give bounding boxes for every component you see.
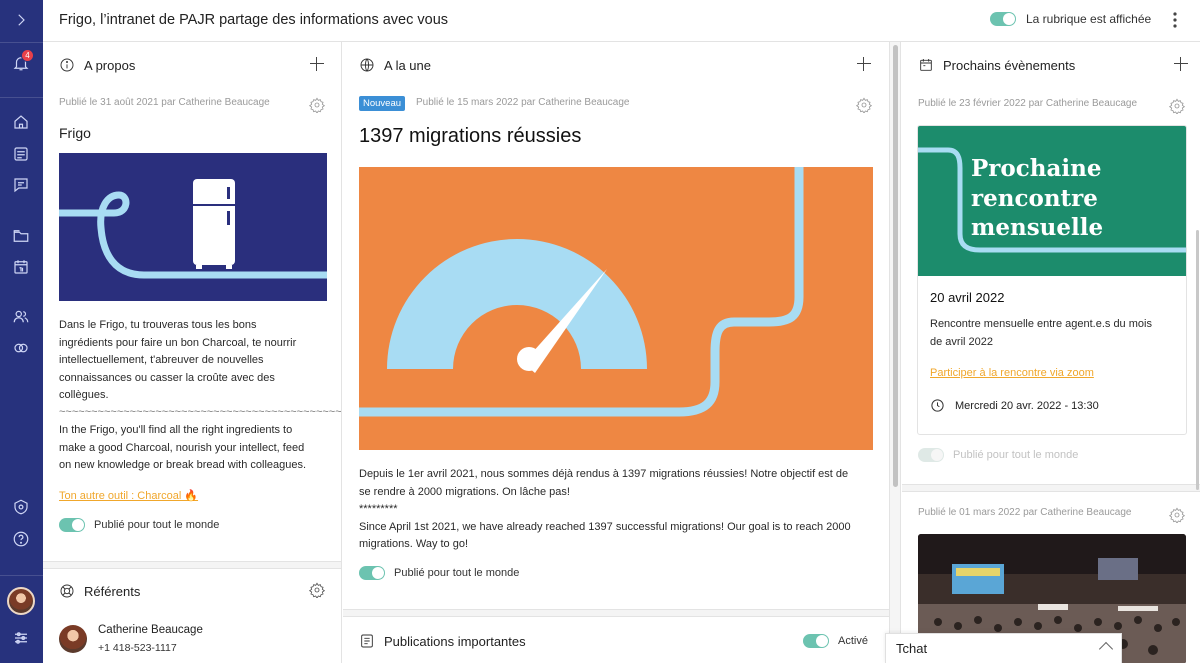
referent-avatar: [59, 625, 87, 653]
chat-label: Tchat: [896, 641, 928, 656]
event-calendar-icon: [920, 59, 932, 71]
featured-body: Depuis le 1er avril 2021, nous sommes dé…: [359, 468, 851, 550]
about-post-title: Frigo: [59, 125, 91, 141]
featured-meta: Publié le 15 mars 2022 par Catherine Bea…: [416, 97, 630, 108]
event-published-toggle[interactable]: [918, 448, 944, 462]
event-settings-icon-2[interactable]: [1168, 507, 1186, 524]
rail-divider: [0, 42, 43, 43]
event-description: Rencontre mensuelle entre agent.e.s du m…: [930, 318, 1152, 348]
rail-divider: [0, 575, 43, 576]
info-icon: [60, 58, 74, 72]
admin-shield-icon[interactable]: [9, 495, 33, 519]
add-about-button[interactable]: [309, 56, 325, 72]
link-rings-icon[interactable]: [9, 336, 33, 360]
event-banner-image: Prochaine rencontre mensuelle: [918, 126, 1186, 276]
event-zoom-link[interactable]: Participer à la rencontre via zoom: [930, 367, 1094, 379]
referents-title: Référents: [84, 583, 141, 599]
events-column: Prochains évènements Publié le 23 févrie…: [902, 42, 1200, 663]
add-event-button[interactable]: [1173, 56, 1189, 72]
folder-icon[interactable]: [9, 224, 33, 248]
featured-column: A la une Nouveau Publié le 15 mars 2022 …: [343, 42, 889, 663]
event-banner-text: Prochaine rencontre mensuelle: [971, 155, 1104, 241]
section-visibility-toggle[interactable]: La rubrique est affichée: [990, 12, 1151, 26]
section-divider: [902, 484, 1200, 492]
new-badge: Nouveau: [359, 96, 406, 111]
event-date: 20 avril 2022: [930, 290, 1005, 305]
about-separator: ~~~~~~~~~~~~~~~~~~~~~~~~~~~~~~~~~~~~~~~~…: [59, 406, 342, 418]
top-bar: Frigo, l’intranet de PAJR partage des in…: [43, 0, 1200, 42]
about-title: A propos: [84, 57, 136, 73]
featured-header: A la une: [359, 57, 431, 73]
featured-title: A la une: [384, 57, 431, 73]
featured-post-title: 1397 migrations réussies: [359, 125, 582, 147]
chat-icon[interactable]: [9, 173, 33, 197]
home-icon[interactable]: [9, 110, 33, 134]
event-card[interactable]: Prochaine rencontre mensuelle 20 avril 2…: [917, 125, 1187, 435]
event-settings-icon-1[interactable]: [1168, 98, 1186, 115]
charcoal-link[interactable]: Ton autre outil : Charcoal 🔥: [59, 489, 198, 502]
about-published-toggle[interactable]: [59, 518, 85, 532]
featured-scrollbar[interactable]: [889, 42, 901, 663]
help-icon[interactable]: [9, 527, 33, 551]
event-published-status: Publié pour tout le monde: [918, 448, 1078, 462]
about-body-english: In the Frigo, you'll find all the right …: [59, 424, 307, 471]
lifebuoy-icon: [60, 584, 74, 598]
about-meta: Publié le 31 août 2021 par Catherine Bea…: [59, 97, 270, 108]
section-divider: [43, 561, 341, 569]
publications-title: Publications importantes: [384, 633, 526, 649]
page-title: Frigo, l’intranet de PAJR partage des in…: [59, 12, 449, 28]
section-divider: [343, 609, 889, 617]
publications-toggle[interactable]: [803, 634, 829, 648]
about-header: A propos: [59, 57, 135, 73]
featured-settings-icon[interactable]: [855, 97, 873, 114]
speedometer-image: [359, 167, 873, 450]
scrollbar-thumb[interactable]: [893, 45, 898, 487]
news-icon[interactable]: [9, 142, 33, 166]
user-avatar[interactable]: [7, 587, 35, 615]
events-header: Prochains évènements: [918, 57, 1075, 73]
visibility-label: La rubrique est affichée: [1026, 12, 1152, 26]
about-body-french: Dans le Frigo, tu trouveras tous les bon…: [59, 319, 297, 401]
frigo-image: [59, 153, 327, 301]
publications-status: Activé: [803, 634, 868, 648]
publications-header: Publications importantes: [359, 633, 526, 649]
expand-chevron-icon[interactable]: [9, 8, 33, 32]
about-settings-icon[interactable]: [308, 97, 326, 114]
visibility-toggle-switch[interactable]: [990, 12, 1016, 26]
left-navigation-rail: 4: [0, 0, 43, 663]
featured-published-toggle[interactable]: [359, 566, 385, 580]
more-options-icon[interactable]: [1167, 10, 1183, 30]
add-featured-button[interactable]: [856, 56, 872, 72]
about-published-status: Publié pour tout le monde: [59, 518, 219, 532]
rail-divider: [0, 97, 43, 98]
referents-settings-icon[interactable]: [308, 582, 326, 599]
events-scrollbar[interactable]: [1196, 230, 1199, 490]
users-icon[interactable]: [9, 305, 33, 329]
featured-published-status: Publié pour tout le monde: [359, 566, 519, 580]
referent-phone: +1 418-523-1117: [98, 642, 177, 654]
document-list-icon: [361, 634, 373, 648]
settings-sliders-icon[interactable]: [9, 626, 33, 650]
clock-icon: [931, 399, 944, 412]
event-meta-2: Publié le 01 mars 2022 par Catherine Bea…: [918, 507, 1132, 518]
notification-badge: 4: [21, 49, 34, 62]
referents-header: Référents: [59, 583, 140, 599]
event-time: Mercredi 20 avr. 2022 - 13:30: [930, 398, 1099, 413]
calendar-icon[interactable]: [9, 255, 33, 279]
event-meta-1: Publié le 23 février 2022 par Catherine …: [918, 98, 1138, 109]
chevron-up-icon[interactable]: [1098, 641, 1114, 657]
referent-name[interactable]: Catherine Beaucage: [98, 624, 203, 636]
events-title: Prochains évènements: [943, 57, 1076, 73]
about-column: A propos Publié le 31 août 2021 par Cath…: [43, 42, 342, 663]
globe-icon: [360, 58, 374, 72]
chat-panel-bar[interactable]: Tchat: [885, 633, 1122, 663]
